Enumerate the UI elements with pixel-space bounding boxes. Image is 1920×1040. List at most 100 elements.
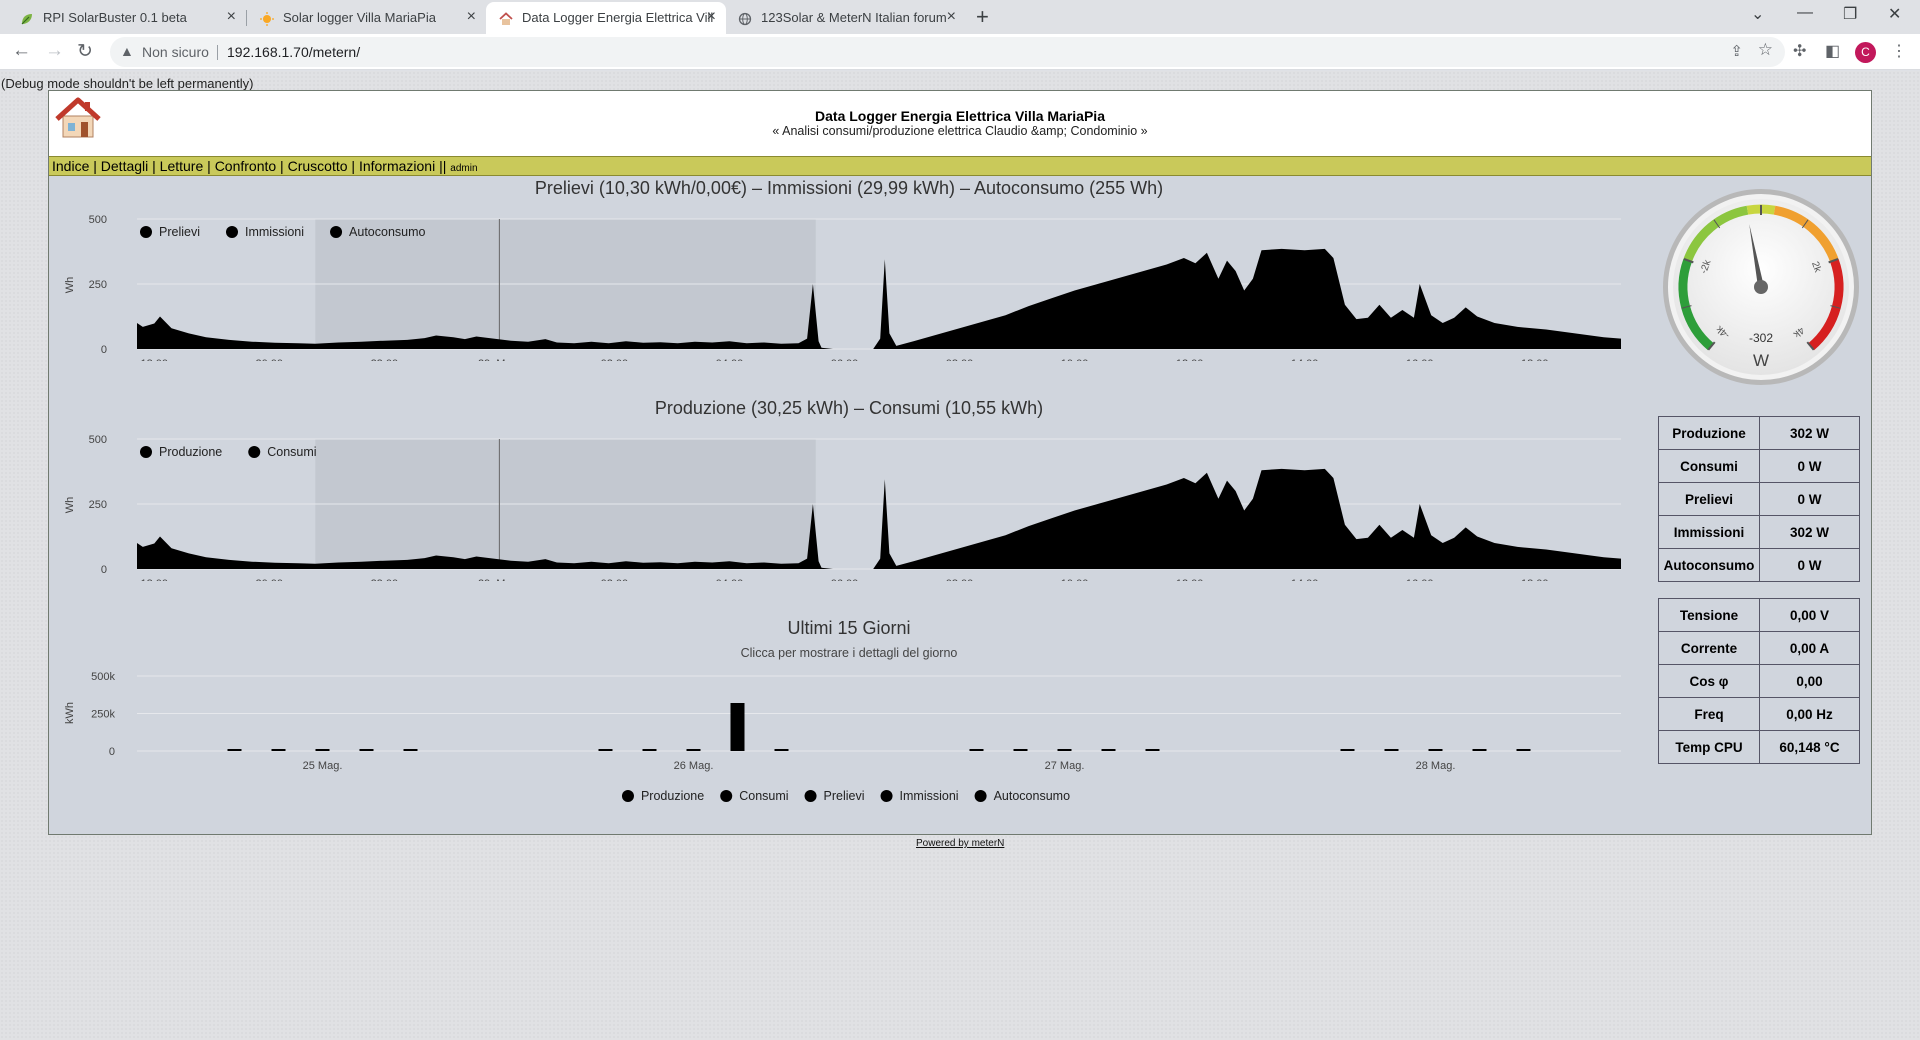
- bar[interactable]: [1101, 749, 1116, 751]
- extensions-puzzle-icon[interactable]: ✣: [1793, 41, 1806, 61]
- x-tick-label: 22:00: [371, 578, 399, 581]
- bar[interactable]: [315, 749, 330, 751]
- legend-label[interactable]: Produzione: [641, 789, 704, 803]
- menu-kebab-icon[interactable]: ⋮: [1891, 41, 1907, 61]
- chart-last-15-days[interactable]: 0 250k 500k kWh 25 Mag. 26 Mag. 27 Mag. 28 Mag.…: [49, 661, 1649, 821]
- address-bar[interactable]: ▲ Non sicuro 192.168.1.70/metern/ ⇪ ☆: [110, 37, 1785, 67]
- legend-label[interactable]: Consumi: [739, 789, 788, 803]
- profile-avatar[interactable]: C: [1855, 42, 1876, 63]
- legend-marker[interactable]: [330, 226, 343, 238]
- bar[interactable]: [1472, 749, 1487, 751]
- x-tick-label: 10:00: [1061, 358, 1089, 361]
- chart-prelievi-immissioni[interactable]: 0 250 500 Wh 18:00 20:00 22:00 29. Mag. 02:00 04:…: [49, 201, 1649, 361]
- row-label: Tensione: [1658, 598, 1760, 632]
- warning-triangle-icon[interactable]: ▲: [120, 43, 134, 59]
- back-arrow-icon[interactable]: ←: [12, 40, 31, 62]
- browser-tab-data-logger[interactable]: Data Logger Energia Elettrica Vill ×: [486, 2, 726, 34]
- bar[interactable]: [1428, 749, 1443, 751]
- legend-marker[interactable]: [720, 790, 733, 802]
- reload-icon[interactable]: ↻: [77, 40, 93, 63]
- legend-label[interactable]: Produzione: [159, 445, 222, 459]
- forward-arrow-icon[interactable]: →: [45, 40, 64, 62]
- browser-tab-forum[interactable]: 123Solar & MeterN Italian forum ×: [726, 2, 966, 34]
- close-tab-icon[interactable]: ×: [227, 8, 236, 26]
- legend-marker[interactable]: [226, 226, 238, 238]
- bar[interactable]: [1057, 749, 1072, 751]
- legend-marker[interactable]: [804, 790, 817, 802]
- x-tick-label: 04:00: [716, 358, 744, 361]
- bar[interactable]: [1516, 749, 1531, 751]
- legend-marker[interactable]: [974, 790, 987, 802]
- house-favicon-icon: [499, 12, 513, 25]
- legend-marker[interactable]: [140, 226, 152, 238]
- bar[interactable]: [1340, 749, 1355, 751]
- bar[interactable]: [1013, 749, 1028, 751]
- bar[interactable]: [969, 749, 984, 751]
- legend-label[interactable]: Autoconsumo: [349, 225, 425, 239]
- legend-marker[interactable]: [621, 790, 634, 802]
- share-icon[interactable]: ⇪: [1730, 42, 1743, 60]
- security-label[interactable]: Non sicuro: [142, 44, 209, 60]
- tab-search-chevron-down-icon[interactable]: ⌄: [1751, 4, 1764, 24]
- x-tick-label: 28 Mag.: [1416, 760, 1456, 772]
- legend-label[interactable]: Prelievi: [824, 789, 865, 803]
- menu-item-admin[interactable]: admin: [450, 163, 477, 174]
- menu-separator: |: [89, 158, 101, 174]
- legend-label[interactable]: Prelievi: [159, 225, 200, 239]
- bar[interactable]: [730, 703, 745, 751]
- menu-item-confronto[interactable]: Confronto: [215, 158, 276, 174]
- restore-icon[interactable]: ❐: [1843, 4, 1857, 24]
- x-tick-label: 02:00: [601, 358, 629, 361]
- row-label: Freq: [1658, 697, 1760, 731]
- main-menu: Indice | Dettagli | Letture | Confronto …: [49, 156, 1871, 176]
- bar[interactable]: [774, 749, 789, 751]
- bar[interactable]: [403, 749, 418, 751]
- new-tab-button[interactable]: +: [976, 4, 989, 30]
- legend-marker[interactable]: [248, 446, 261, 458]
- chart1-title: Prelievi (10,30 kWh/0,00€) – Immissioni …: [534, 178, 1164, 198]
- bar[interactable]: [598, 749, 613, 751]
- menu-item-letture[interactable]: Letture: [160, 158, 204, 174]
- bar[interactable]: [1384, 749, 1399, 751]
- y-tick-label: 0: [101, 564, 107, 576]
- legend-marker[interactable]: [880, 790, 893, 802]
- table-row: Freq 0,00 Hz: [1658, 697, 1860, 731]
- legend-marker[interactable]: [140, 446, 152, 458]
- close-window-icon[interactable]: ✕: [1888, 4, 1901, 24]
- chart-produzione-consumi[interactable]: 0 250 500 Wh 18:00 20:00 22:00 29. Mag. 02:00 04:…: [49, 421, 1649, 581]
- legend-label[interactable]: Immissioni: [900, 789, 959, 803]
- x-tick-label: 10:00: [1061, 578, 1089, 581]
- x-tick-label: 08:00: [946, 358, 974, 361]
- debug-notice: (Debug mode shouldn't be left permanentl…: [1, 76, 254, 91]
- bar[interactable]: [642, 749, 657, 751]
- close-tab-icon[interactable]: ×: [467, 8, 476, 26]
- browser-tab-solar-logger[interactable]: Solar logger Villa MariaPia ×: [246, 2, 486, 34]
- x-tick-label: 26 Mag.: [674, 760, 714, 772]
- bookmark-star-icon[interactable]: ☆: [1758, 40, 1773, 60]
- menu-item-informazioni[interactable]: Informazioni: [359, 158, 435, 174]
- side-panel-icon[interactable]: ◧: [1825, 41, 1840, 61]
- menu-item-cruscotto[interactable]: Cruscotto: [288, 158, 348, 174]
- bar[interactable]: [227, 749, 242, 751]
- legend-label[interactable]: Immissioni: [245, 225, 304, 239]
- legend-label[interactable]: Consumi: [267, 445, 316, 459]
- web-page: (Debug mode shouldn't be left permanentl…: [0, 71, 1920, 1040]
- bar[interactable]: [1145, 749, 1160, 751]
- powered-by-link[interactable]: Powered by meterN: [916, 838, 1004, 849]
- row-value: 0,00: [1759, 664, 1860, 698]
- menu-item-dettagli[interactable]: Dettagli: [101, 158, 148, 174]
- url-text[interactable]: 192.168.1.70/metern/: [227, 44, 360, 60]
- x-tick-label: 16:00: [1406, 578, 1434, 581]
- minimize-icon[interactable]: —: [1797, 4, 1813, 22]
- bar[interactable]: [271, 749, 286, 751]
- menu-item-indice[interactable]: Indice: [52, 158, 89, 174]
- globe-favicon-icon: [738, 12, 752, 26]
- bar[interactable]: [359, 749, 374, 751]
- close-tab-icon[interactable]: ×: [707, 8, 716, 26]
- x-tick-label: 18:00: [1521, 578, 1549, 581]
- legend-label[interactable]: Autoconsumo: [994, 789, 1070, 803]
- browser-tab-solarbuster[interactable]: RPI SolarBuster 0.1 beta ×: [0, 2, 246, 34]
- bar[interactable]: [686, 749, 701, 751]
- row-value: 60,148 °C: [1759, 730, 1860, 764]
- close-tab-icon[interactable]: ×: [947, 8, 956, 26]
